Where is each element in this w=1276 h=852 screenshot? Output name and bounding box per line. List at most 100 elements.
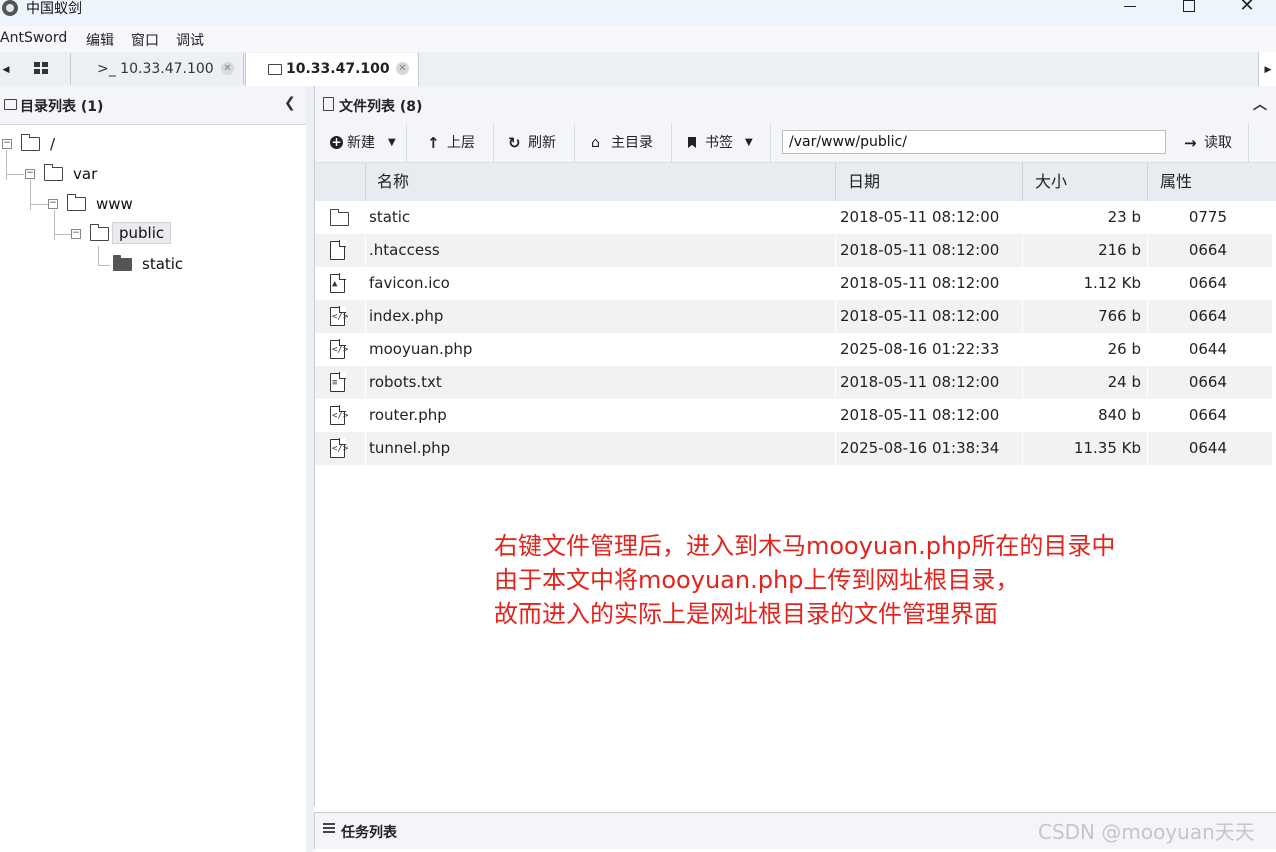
home-icon: ⌂ xyxy=(591,135,600,151)
menu-window[interactable]: 窗口 xyxy=(131,30,159,50)
tab-home[interactable] xyxy=(12,53,71,85)
menu-antsword[interactable]: AntSword xyxy=(0,30,67,46)
list-icon xyxy=(323,823,335,833)
text-file-icon: ≡ xyxy=(330,372,346,392)
file-perm: 0644 xyxy=(1188,340,1227,358)
file-name: robots.txt xyxy=(369,373,442,391)
tab-scroll-right-icon[interactable]: ▶ xyxy=(1258,52,1276,86)
table-row[interactable]: ▲ favicon.ico 2018-05-11 08:12:00 1.12 Kb 06… xyxy=(315,267,1272,300)
column-divider xyxy=(1022,234,1023,267)
home-button[interactable]: ⌂ 主目录 xyxy=(575,124,672,162)
tab-files[interactable]: 10.33.47.100 ✕ xyxy=(245,53,419,86)
column-header-name[interactable]: 名称 xyxy=(366,163,836,201)
folder-icon xyxy=(90,224,109,241)
table-row[interactable]: </> tunnel.php 2025-08-16 01:38:34 11.35 Kb… xyxy=(315,432,1272,465)
file-size: 216 b xyxy=(1098,241,1141,259)
tree-node-var[interactable]: var xyxy=(73,165,97,183)
task-list-title: 任务列表 xyxy=(341,825,397,841)
file-perm: 0664 xyxy=(1188,307,1227,325)
folder-icon xyxy=(21,134,40,151)
file-date: 2018-05-11 08:12:00 xyxy=(840,241,1000,259)
bookmark-button-label: 书签 xyxy=(705,135,733,151)
tab-terminal-label: >_ 10.33.47.100 xyxy=(97,61,214,77)
tab-terminal[interactable]: >_ 10.33.47.100 ✕ xyxy=(71,53,244,85)
bookmark-icon xyxy=(688,137,696,148)
menu-edit[interactable]: 编辑 xyxy=(86,30,114,50)
tab-scroll-left-icon[interactable]: ◀ xyxy=(0,52,12,86)
column-divider xyxy=(365,267,366,300)
watermark: CSDN @mooyuan天天 xyxy=(1038,820,1255,844)
table-row[interactable]: </> mooyuan.php 2025-08-16 01:22:33 26 b 064… xyxy=(315,333,1272,366)
tree-collapse-toggle[interactable]: − xyxy=(25,169,35,179)
column-perm-label: 属性 xyxy=(1160,172,1193,191)
tree-connector xyxy=(98,246,99,266)
new-button-label: 新建 xyxy=(347,135,375,151)
column-divider xyxy=(1147,234,1148,267)
tree-connector xyxy=(30,180,31,210)
collapse-up-icon[interactable]: ︿ xyxy=(1253,94,1267,114)
refresh-button-label: 刷新 xyxy=(528,135,556,151)
code-file-icon-glyph: </> xyxy=(332,345,349,355)
folder-icon xyxy=(44,164,63,181)
column-divider xyxy=(835,267,836,300)
read-button[interactable]: → 读取 xyxy=(1170,124,1249,162)
collapse-left-icon[interactable]: ❮ xyxy=(284,95,296,111)
path-input[interactable] xyxy=(782,130,1166,154)
column-divider xyxy=(835,399,836,432)
table-row[interactable]: ≡ robots.txt 2018-05-11 08:12:00 24 b 0664 xyxy=(315,366,1272,399)
file-size: 11.35 Kb xyxy=(1073,439,1141,457)
maximize-button[interactable] xyxy=(1160,0,1218,26)
window-title: 中国蚁剑 xyxy=(26,1,82,17)
file-size: 1.12 Kb xyxy=(1083,274,1141,292)
file-name: .htaccess xyxy=(369,241,440,259)
folder-icon xyxy=(330,209,349,226)
column-icon-header xyxy=(315,163,366,201)
table-row[interactable]: </> index.php 2018-05-11 08:12:00 766 b 0664 xyxy=(315,300,1272,333)
menu-bar: AntSword 编辑 窗口 调试 xyxy=(0,26,1276,52)
bookmark-button[interactable]: 书签 ▼ xyxy=(672,124,771,162)
plus-circle-icon: + xyxy=(330,135,343,149)
tree-collapse-toggle[interactable]: − xyxy=(2,139,12,149)
home-button-label: 主目录 xyxy=(611,135,653,151)
tab-close-icon[interactable]: ✕ xyxy=(396,62,409,75)
image-file-icon-glyph: ▲ xyxy=(332,279,338,289)
refresh-button[interactable]: ↻ 刷新 xyxy=(494,124,575,162)
minimize-button[interactable] xyxy=(1102,0,1160,26)
file-perm: 0664 xyxy=(1188,274,1227,292)
tree-node-public[interactable]: public xyxy=(112,222,172,244)
tree-connector xyxy=(98,265,110,266)
column-divider xyxy=(365,234,366,267)
column-divider xyxy=(1022,300,1023,333)
title-bar xyxy=(0,0,1276,26)
column-divider xyxy=(835,432,836,465)
column-header-perm[interactable]: 属性 xyxy=(1148,163,1272,201)
column-divider xyxy=(365,333,366,366)
file-date: 2025-08-16 01:22:33 xyxy=(840,340,1000,358)
folder-filled-icon xyxy=(113,255,132,271)
tab-close-icon[interactable]: ✕ xyxy=(221,62,234,75)
tree-collapse-toggle[interactable]: − xyxy=(48,199,58,209)
table-row[interactable]: </> router.php 2018-05-11 08:12:00 840 b 066… xyxy=(315,399,1272,432)
column-date-label: 日期 xyxy=(848,172,881,191)
file-size: 24 b xyxy=(1107,373,1141,391)
tree-node-root[interactable]: / xyxy=(50,135,55,153)
tree-collapse-toggle[interactable]: − xyxy=(71,229,81,239)
directory-panel-header: 目录列表 (1) ❮ xyxy=(0,86,306,125)
menu-debug[interactable]: 调试 xyxy=(176,30,204,50)
new-button[interactable]: + 新建 ▼ xyxy=(314,124,407,162)
file-date: 2018-05-11 08:12:00 xyxy=(840,406,1000,424)
up-button-label: 上层 xyxy=(447,135,475,151)
column-header-size[interactable]: 大小 xyxy=(1023,163,1148,201)
code-file-icon-glyph: </> xyxy=(332,312,349,322)
tree-node-www[interactable]: www xyxy=(96,195,133,213)
panel-splitter[interactable] xyxy=(306,86,314,852)
table-row[interactable]: .htaccess 2018-05-11 08:12:00 216 b 0664 xyxy=(315,234,1272,267)
table-row[interactable]: static 2018-05-11 08:12:00 23 b 0775 xyxy=(315,201,1272,234)
column-divider xyxy=(1022,267,1023,300)
tree-connector xyxy=(6,150,7,180)
close-window-button[interactable]: ✕ xyxy=(1218,0,1276,26)
column-header-date[interactable]: 日期 xyxy=(836,163,1023,201)
up-button[interactable]: ↑ 上层 xyxy=(407,124,494,162)
refresh-icon: ↻ xyxy=(508,134,521,152)
tree-node-static[interactable]: static xyxy=(142,255,183,273)
